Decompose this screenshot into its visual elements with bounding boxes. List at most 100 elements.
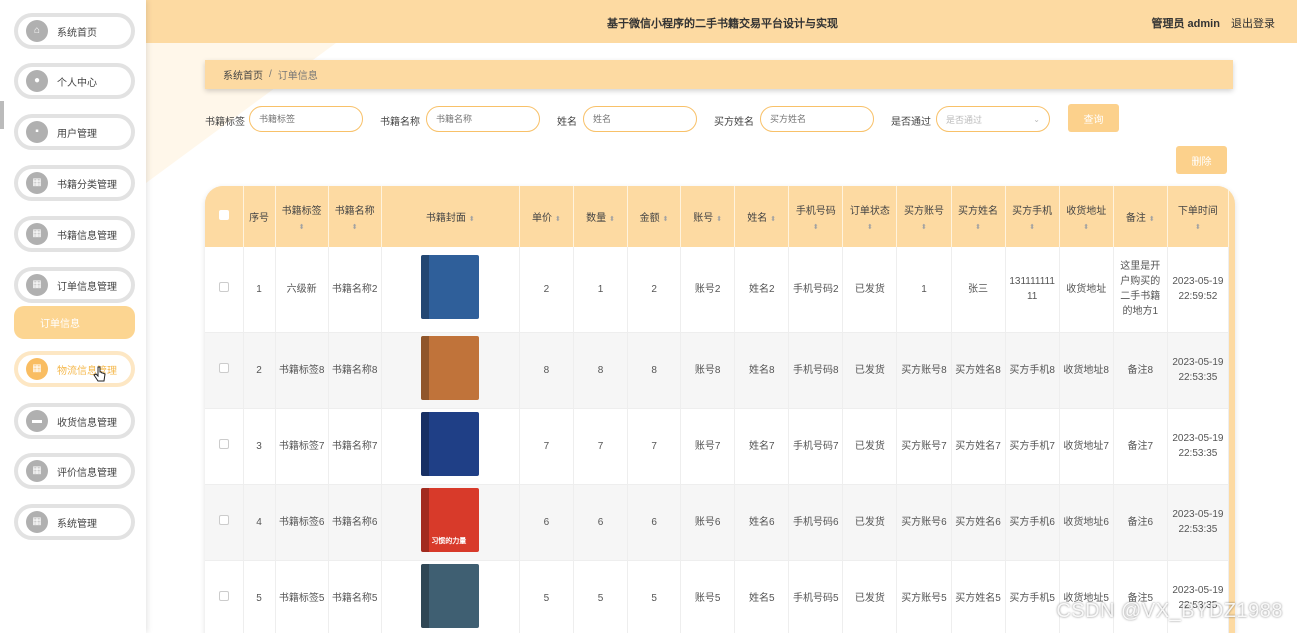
column-header-buyer-account[interactable]: 买方账号 ⬍ — [896, 186, 952, 247]
sort-icon[interactable]: ⬍ — [469, 216, 475, 223]
row-checkbox[interactable] — [205, 247, 244, 333]
table-cell: 买方账号6 — [896, 484, 952, 561]
column-header-order-time[interactable]: 下单时间 ⬍ — [1167, 186, 1230, 247]
sort-icon[interactable]: ⬍ — [1168, 223, 1228, 231]
breadcrumb-home[interactable]: 系统首页 — [223, 67, 263, 82]
sort-icon[interactable]: ⬍ — [789, 223, 842, 231]
orders-table: 序号 书籍标签 ⬍ 书籍名称 ⬍ 书籍封面 ⬍ 单价 ⬍ 数量 ⬍ 金额 ⬍ 账号 ⬍ 姓名 ⬍… — [205, 186, 1235, 633]
sidebar-item-orders[interactable]: ▦ 订单信息管理 — [14, 267, 135, 303]
table-cell: 买方账号7 — [896, 408, 952, 485]
sidebar-item-receipt[interactable]: ▬ 收货信息管理 — [14, 403, 135, 439]
sort-icon[interactable]: ⬍ — [716, 216, 722, 223]
book-tag-input[interactable] — [249, 106, 363, 132]
book-cover-cell — [381, 560, 520, 633]
sort-icon[interactable]: ⬍ — [555, 216, 561, 223]
table-row[interactable]: 1 六级新 书籍名称2 2 1 2 账号2 姓名2 手机号码2 已发货 1 张三 13111111111… — [205, 247, 1230, 333]
column-header-remark[interactable]: 备注 ⬍ — [1113, 186, 1168, 247]
sort-icon[interactable]: ⬍ — [1006, 223, 1059, 231]
query-button[interactable]: 查询 — [1068, 104, 1119, 132]
sidebar-item-book-category[interactable]: ▦ 书籍分类管理 — [14, 165, 135, 201]
column-header-quantity[interactable]: 数量 ⬍ — [573, 186, 629, 247]
column-header-buyer-phone[interactable]: 买方手机 ⬍ — [1005, 186, 1060, 247]
sort-icon[interactable]: ⬍ — [897, 223, 950, 231]
column-header-index: 序号 — [243, 186, 276, 247]
column-header-book-name[interactable]: 书籍名称 ⬍ — [328, 186, 382, 247]
table-row[interactable]: 2 书籍标签8 书籍名称8 8 8 8 账号8 姓名8 手机号码8 已发货 买方账号8 买方姓名8 买方… — [205, 332, 1230, 409]
sidebar-item-reviews[interactable]: ▦ 评价信息管理 — [14, 453, 135, 489]
current-user-label: 管理员 admin — [1151, 18, 1220, 30]
table-cell: 手机号码6 — [788, 484, 844, 561]
table-cell: 2023-05-19 22:53:35 — [1167, 484, 1230, 561]
column-header-address[interactable]: 收货地址 ⬍ — [1059, 186, 1114, 247]
table-cell: 2 — [519, 247, 574, 333]
sort-icon[interactable]: ⬍ — [1149, 216, 1155, 223]
book-name-input[interactable] — [426, 106, 540, 132]
table-cell: 13111111111 — [1005, 247, 1060, 333]
column-header-buyer-name[interactable]: 买方姓名 ⬍ — [951, 186, 1006, 247]
column-header-unit-price[interactable]: 单价 ⬍ — [519, 186, 574, 247]
sort-icon[interactable]: ⬍ — [663, 216, 669, 223]
column-header-order-status[interactable]: 订单状态 ⬍ — [842, 186, 898, 247]
sidebar-item-book-info[interactable]: ▦ 书籍信息管理 — [14, 216, 135, 252]
sort-icon[interactable]: ⬍ — [770, 216, 776, 223]
approved-label: 是否通过 — [891, 117, 931, 128]
sidebar-item-users[interactable]: ▪ 用户管理 — [14, 114, 135, 150]
column-header-account[interactable]: 账号 ⬍ — [680, 186, 736, 247]
sort-icon[interactable]: ⬍ — [609, 216, 615, 223]
column-header-book-tag[interactable]: 书籍标签 ⬍ — [275, 186, 329, 247]
column-header-book-cover[interactable]: 书籍封面 ⬍ — [381, 186, 520, 247]
sidebar-scroll-indicator[interactable] — [0, 101, 4, 129]
page-title: 基于微信小程序的二手书籍交易平台设计与实现 — [607, 18, 838, 30]
column-header-phone[interactable]: 手机号码 ⬍ — [788, 186, 844, 247]
buyer-name-label: 买方姓名 — [714, 117, 754, 128]
table-cell: 4 — [243, 484, 276, 561]
book-cover-image — [421, 411, 480, 476]
user-icon: ● — [26, 70, 48, 92]
sidebar-subitem-order-info[interactable]: 订单信息 — [14, 306, 135, 339]
table-cell: 账号7 — [680, 408, 736, 485]
select-all-checkbox[interactable] — [205, 186, 244, 247]
table-cell: 5 — [573, 560, 629, 633]
table-cell: 6 — [519, 484, 574, 561]
top-header: 基于微信小程序的二手书籍交易平台设计与实现 管理员 admin 退出登录 — [146, 0, 1297, 43]
buyer-name-input[interactable] — [760, 106, 874, 132]
table-cell: 买方姓名6 — [951, 484, 1006, 561]
book-cover-cell — [381, 247, 520, 333]
sidebar-item-home[interactable]: ⌂ 系统首页 — [14, 13, 135, 49]
table-cell: 买方姓名5 — [951, 560, 1006, 633]
sort-icon[interactable]: ⬍ — [952, 223, 1005, 231]
table-cell: 收货地址 — [1059, 247, 1114, 333]
approved-select-placeholder: 是否通过 — [946, 114, 983, 125]
name-input[interactable] — [583, 106, 697, 132]
column-header-amount[interactable]: 金额 ⬍ — [627, 186, 682, 247]
sidebar-item-profile[interactable]: ● 个人中心 — [14, 63, 135, 99]
table-row[interactable]: 4 书籍标签6 书籍名称6 习惯的力量 6 6 6 账号6 姓名6 手机号码6 已发货 买方账号6 买方… — [205, 484, 1230, 561]
row-checkbox[interactable] — [205, 560, 244, 633]
sidebar-item-logistics[interactable]: ▦ 物流信息管理 — [14, 351, 135, 387]
sort-icon[interactable]: ⬍ — [276, 223, 328, 231]
home-icon: ⌂ — [26, 20, 48, 42]
table-cell: 8 — [627, 332, 682, 409]
table-row[interactable]: 3 书籍标签7 书籍名称7 7 7 7 账号7 姓名7 手机号码7 已发货 买方账号7 买方姓名7 买方… — [205, 408, 1230, 485]
row-checkbox[interactable] — [205, 484, 244, 561]
sort-icon[interactable]: ⬍ — [843, 223, 896, 231]
table-cell: 姓名5 — [734, 560, 790, 633]
table-cell: 2 — [243, 332, 276, 409]
row-checkbox[interactable] — [205, 408, 244, 485]
delete-button[interactable]: 删除 — [1176, 146, 1227, 174]
approved-select[interactable]: 是否通过 ⌄ — [936, 106, 1050, 132]
sort-icon[interactable]: ⬍ — [329, 223, 381, 231]
sidebar-item-system[interactable]: ▦ 系统管理 — [14, 504, 135, 540]
table-cell: 手机号码7 — [788, 408, 844, 485]
table-cell: 备注6 — [1113, 484, 1168, 561]
table-cell: 备注8 — [1113, 332, 1168, 409]
table-cell: 账号5 — [680, 560, 736, 633]
column-header-name[interactable]: 姓名 ⬍ — [734, 186, 790, 247]
table-cell: 账号8 — [680, 332, 736, 409]
table-cell: 已发货 — [842, 484, 898, 561]
logout-link[interactable]: 退出登录 — [1231, 18, 1275, 30]
row-checkbox[interactable] — [205, 332, 244, 409]
sort-icon[interactable]: ⬍ — [1060, 223, 1113, 231]
table-cell: 买方手机5 — [1005, 560, 1060, 633]
table-cell: 姓名7 — [734, 408, 790, 485]
